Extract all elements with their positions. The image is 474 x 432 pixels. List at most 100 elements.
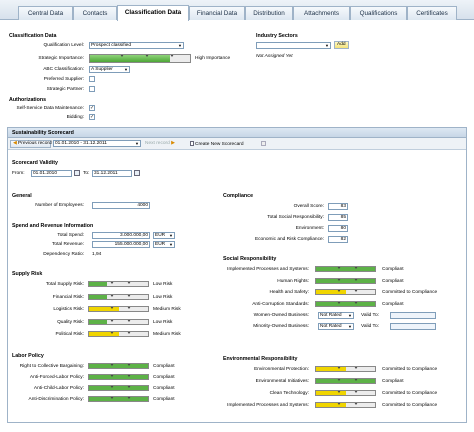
arrow-right-icon: ▶ bbox=[169, 141, 175, 146]
dependency-value: 1,94 bbox=[92, 252, 102, 257]
compliance-score-field: 85 bbox=[328, 214, 348, 221]
marker-icon bbox=[336, 379, 341, 381]
marker-icon bbox=[336, 403, 341, 405]
level-indicator bbox=[88, 363, 149, 369]
calendar-icon[interactable] bbox=[74, 170, 80, 176]
previous-record-button[interactable]: ◀ Previous record bbox=[10, 140, 52, 148]
level-indicator bbox=[315, 289, 376, 295]
level-fill bbox=[89, 386, 148, 390]
minority-valid-to-input[interactable] bbox=[390, 323, 436, 330]
minority-owned-select[interactable]: Not Rated ▼ bbox=[318, 323, 354, 330]
bidding-checkbox[interactable]: ✓ bbox=[89, 114, 95, 120]
level-indicator bbox=[315, 300, 376, 307]
level-fill bbox=[89, 332, 119, 336]
self-service-checkbox[interactable]: ✓ bbox=[89, 105, 95, 111]
total-revenue-label: Total Revenue: bbox=[52, 242, 84, 247]
marker-icon bbox=[127, 307, 132, 309]
women-owned-select[interactable]: Not Rated ▼ bbox=[318, 312, 354, 319]
total-revenue-currency-select[interactable]: EUR ▼ bbox=[153, 241, 175, 248]
marker-icon bbox=[354, 301, 359, 304]
record-range-select[interactable]: 01.01.2010 - 31.12.2011 ▼ bbox=[53, 140, 141, 147]
level-indicator bbox=[315, 378, 376, 384]
social-responsibility-title: Social Responsibility bbox=[223, 256, 277, 262]
industry-sectors-title: Industry Sectors bbox=[256, 33, 298, 39]
row-label: Political Risk: bbox=[55, 332, 84, 337]
compliance-label: Total Social Responsibility: bbox=[267, 215, 324, 220]
abc-classification-select[interactable]: A Supplier ▼ bbox=[89, 66, 130, 73]
tab-contacts[interactable]: Contacts bbox=[73, 6, 117, 20]
row-label: Environmental Initiatives: bbox=[255, 379, 309, 384]
labor-policy-title: Labor Policy bbox=[12, 353, 44, 359]
level-indicator bbox=[88, 396, 149, 402]
from-label: From: bbox=[12, 171, 25, 176]
status-text: Compliant bbox=[153, 375, 175, 380]
chevron-down-icon: ▼ bbox=[135, 141, 139, 146]
status-text: Compliant bbox=[382, 278, 404, 284]
compliance-label: Economic and Risk Compliance: bbox=[254, 237, 324, 242]
level-fill bbox=[89, 319, 107, 324]
marker-icon bbox=[109, 364, 114, 366]
women-valid-to-input[interactable] bbox=[390, 312, 436, 319]
compliance-score-field: 83 bbox=[328, 203, 348, 210]
marker-icon bbox=[354, 403, 359, 405]
general-title: General bbox=[12, 193, 32, 199]
row-label: Anti-Forced-Labor Policy: bbox=[29, 375, 84, 380]
employees-label: Number of Employees: bbox=[35, 203, 84, 208]
validity-title: Scorecard Validity bbox=[12, 160, 58, 166]
marker-icon bbox=[354, 391, 359, 393]
tab-central-data[interactable]: Central Data bbox=[18, 6, 73, 20]
chevron-down-icon: ▼ bbox=[169, 233, 173, 238]
create-scorecard-button[interactable]: Create New Scorecard bbox=[190, 141, 244, 147]
employees-input[interactable]: 4000 bbox=[92, 202, 150, 209]
tab-financial-data[interactable]: Financial Data bbox=[189, 6, 245, 20]
row-label: Health and Safety: bbox=[269, 290, 309, 295]
marker-icon bbox=[336, 367, 341, 369]
compliance-label: Overall Score: bbox=[293, 204, 324, 209]
level-fill bbox=[316, 379, 375, 383]
classification-title: Classification Data bbox=[9, 33, 57, 39]
status-text: Committed to Compliance bbox=[382, 391, 438, 396]
add-industry-button[interactable]: Add bbox=[334, 41, 349, 49]
status-text: Compliant bbox=[382, 301, 404, 307]
women-owned-label: Women-Owned Business: bbox=[253, 313, 309, 318]
marker-icon bbox=[336, 278, 341, 281]
row-label: Clean Technology: bbox=[269, 391, 309, 396]
level-fill bbox=[89, 307, 119, 311]
marker-icon bbox=[354, 278, 359, 281]
scorecard-title: Sustainability Scorecard bbox=[8, 128, 466, 138]
row-label: Anti-Child-Labor Policy: bbox=[33, 386, 84, 391]
chevron-down-icon: ▼ bbox=[348, 324, 352, 329]
status-text: Committed to Compliance bbox=[382, 367, 438, 372]
tab-certificates[interactable]: Certificates bbox=[407, 6, 457, 20]
strategic-partner-checkbox[interactable] bbox=[89, 86, 95, 92]
tab-classification-data[interactable]: Classification Data bbox=[117, 5, 189, 21]
row-label: Quality Risk: bbox=[57, 319, 84, 325]
status-text: Committed to Compliance bbox=[382, 403, 438, 408]
total-revenue-input[interactable]: 155.000.000,00 bbox=[92, 241, 150, 248]
marker-icon bbox=[127, 386, 132, 388]
qualification-select[interactable]: Prospect classified ▼ bbox=[89, 42, 184, 49]
industry-sector-select[interactable]: ▼ bbox=[256, 42, 331, 49]
chevron-down-icon: ▼ bbox=[169, 242, 173, 247]
strategic-importance-slider[interactable] bbox=[89, 54, 191, 63]
abc-classification-label: ABC Classification: bbox=[43, 67, 84, 72]
next-record-button[interactable]: Next record ▶ bbox=[145, 141, 175, 146]
row-label: Implemented Processes and Systems: bbox=[227, 403, 309, 408]
total-spend-currency-select[interactable]: EUR ▼ bbox=[153, 232, 175, 239]
tab-attachments[interactable]: Attachments bbox=[293, 6, 350, 20]
marker-icon bbox=[109, 294, 114, 297]
marker-icon bbox=[127, 319, 132, 322]
preferred-supplier-checkbox[interactable] bbox=[89, 76, 95, 82]
delete-icon[interactable] bbox=[261, 141, 266, 146]
level-indicator bbox=[315, 366, 376, 372]
to-date-input[interactable]: 31.12.2011 bbox=[92, 170, 132, 177]
from-date-input[interactable]: 01.01.2010 bbox=[31, 170, 72, 177]
marker-icon bbox=[354, 290, 359, 292]
status-text: Compliant bbox=[153, 364, 175, 369]
level-fill bbox=[89, 294, 107, 299]
tab-qualifications[interactable]: Qualifications bbox=[350, 6, 407, 20]
calendar-icon[interactable] bbox=[134, 170, 140, 176]
tab-distribution[interactable]: Distribution bbox=[245, 6, 293, 20]
women-valid-to-label: Valid To: bbox=[361, 313, 379, 318]
total-spend-input[interactable]: 3.000.000,00 bbox=[92, 232, 150, 239]
